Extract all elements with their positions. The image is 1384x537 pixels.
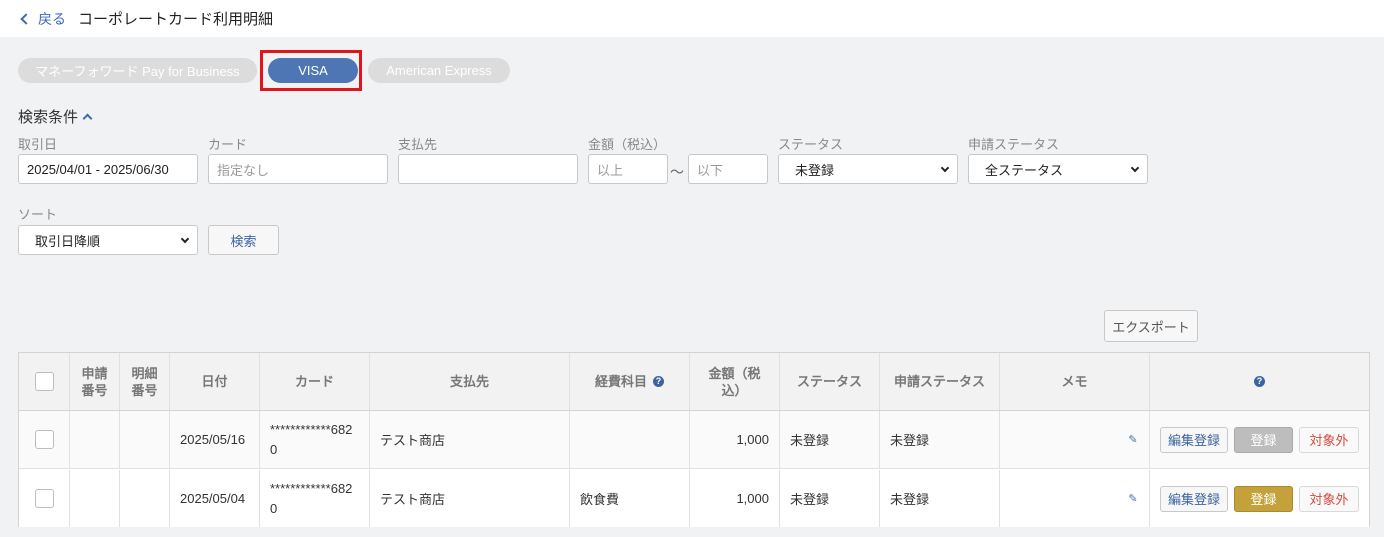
header-actions: ? [1150, 353, 1369, 410]
cell-date: 2025/05/04 [170, 470, 260, 527]
cell-card: ************6820 [260, 411, 370, 468]
header-request-status: 申請ステータス [880, 353, 1000, 410]
chevron-down-icon [180, 234, 190, 244]
cell-memo: ✎ [1000, 411, 1150, 468]
back-link[interactable]: 戻る [20, 9, 66, 29]
register-button[interactable]: 登録 [1234, 485, 1293, 512]
request-status-select[interactable]: 全ステータス [968, 154, 1148, 184]
request-status-select-value: 全ステータス [985, 162, 1064, 178]
help-icon[interactable]: ? [653, 376, 664, 387]
cell-detail-no [120, 411, 170, 468]
sort-select[interactable]: 取引日降順 [18, 225, 198, 255]
cell-status: 未登録 [780, 411, 880, 468]
payee-label: 支払先 [398, 137, 438, 152]
status-select[interactable]: 未登録 [778, 154, 958, 184]
sort-label: ソート [18, 207, 58, 222]
search-button[interactable]: 検索 [208, 225, 279, 255]
header-status: ステータス [780, 353, 880, 410]
cell-date: 2025/05/16 [170, 411, 260, 468]
payee-input[interactable] [398, 154, 578, 184]
tab-moneyforward-pay[interactable]: マネーフォワード Pay for Business [18, 58, 257, 83]
header-date: 日付 [170, 353, 260, 410]
top-bar: 戻る コーポレートカード利用明細 [0, 0, 1384, 37]
row-select [19, 470, 70, 527]
edit-register-button[interactable]: 編集登録 [1160, 426, 1228, 453]
date-label: 取引日 [18, 137, 58, 152]
amount-label: 金額（税込） [588, 137, 667, 152]
page-title: コーポレートカード利用明細 [78, 11, 274, 28]
cell-amount: 1,000 [690, 411, 780, 468]
chevron-up-icon [82, 113, 93, 124]
edit-register-button[interactable]: 編集登録 [1160, 485, 1228, 512]
amount-min-input[interactable]: 以上 [588, 154, 668, 184]
cell-detail-no [120, 470, 170, 527]
cell-request-status: 未登録 [880, 411, 1000, 468]
status-select-value: 未登録 [795, 162, 835, 178]
header-request-no: 申請 番号 [70, 353, 120, 410]
card-input[interactable]: 指定なし [208, 154, 388, 184]
exclude-button[interactable]: 対象外 [1299, 485, 1359, 512]
table-row: 2025/05/16 ************6820 テスト商店 1,000 … [19, 411, 1369, 469]
date-range-input[interactable]: 2025/04/01 - 2025/06/30 [18, 154, 198, 184]
cell-amount: 1,000 [690, 470, 780, 527]
request-status-label: 申請ステータス [968, 137, 1060, 152]
edit-memo-icon[interactable]: ✎ [1127, 434, 1139, 446]
cell-status: 未登録 [780, 470, 880, 527]
chevron-left-icon [20, 13, 32, 25]
cell-actions: 編集登録 登録 対象外 [1150, 411, 1369, 468]
cell-payee: テスト商店 [370, 411, 570, 468]
amount-max-input[interactable]: 以下 [688, 154, 768, 184]
header-account: 経費科目 ? [570, 353, 690, 410]
back-label: 戻る [38, 10, 66, 27]
cell-account: 飲食費 [570, 470, 690, 527]
cell-request-status: 未登録 [880, 470, 1000, 527]
header-account-label: 経費科目 [594, 374, 647, 389]
row-checkbox[interactable] [34, 430, 54, 449]
header-payee: 支払先 [370, 353, 570, 410]
highlight-frame [260, 50, 362, 91]
header-memo: メモ [1000, 353, 1150, 410]
search-conditions-toggle[interactable]: 検索条件 [18, 106, 93, 127]
status-label: ステータス [778, 137, 844, 152]
sort-select-value: 取引日降順 [35, 233, 101, 249]
cell-request-no [70, 411, 120, 468]
header-detail-no: 明細 番号 [120, 353, 170, 410]
header-amount: 金額（税込） [690, 353, 780, 410]
tab-american-express[interactable]: American Express [368, 58, 510, 83]
cell-payee: テスト商店 [370, 470, 570, 527]
select-all-checkbox[interactable] [34, 372, 54, 391]
cell-memo: ✎ [1000, 470, 1150, 527]
cell-account [570, 411, 690, 468]
transactions-table: 申請 番号 明細 番号 日付 カード 支払先 経費科目 ? 金額（税込） ステー… [18, 352, 1370, 527]
exclude-button[interactable]: 対象外 [1299, 426, 1359, 453]
amount-separator: ～ [670, 164, 684, 180]
table-row: 2025/05/04 ************6820 テスト商店 飲食費 1,… [19, 470, 1369, 527]
help-icon[interactable]: ? [1254, 376, 1265, 387]
row-select [19, 411, 70, 468]
search-conditions-title: 検索条件 [18, 109, 79, 126]
table-header-row: 申請 番号 明細 番号 日付 カード 支払先 経費科目 ? 金額（税込） ステー… [19, 353, 1369, 411]
chevron-down-icon [1130, 163, 1140, 173]
header-card: カード [260, 353, 370, 410]
cell-card: ************6820 [260, 470, 370, 527]
header-select-all [19, 353, 70, 410]
register-button[interactable]: 登録 [1234, 426, 1293, 453]
export-button[interactable]: エクスポート [1104, 310, 1198, 342]
edit-memo-icon[interactable]: ✎ [1127, 493, 1139, 505]
card-label: カード [208, 137, 248, 152]
cell-actions: 編集登録 登録 対象外 [1150, 470, 1369, 527]
cell-request-no [70, 470, 120, 527]
row-checkbox[interactable] [34, 489, 54, 508]
chevron-down-icon [940, 163, 950, 173]
